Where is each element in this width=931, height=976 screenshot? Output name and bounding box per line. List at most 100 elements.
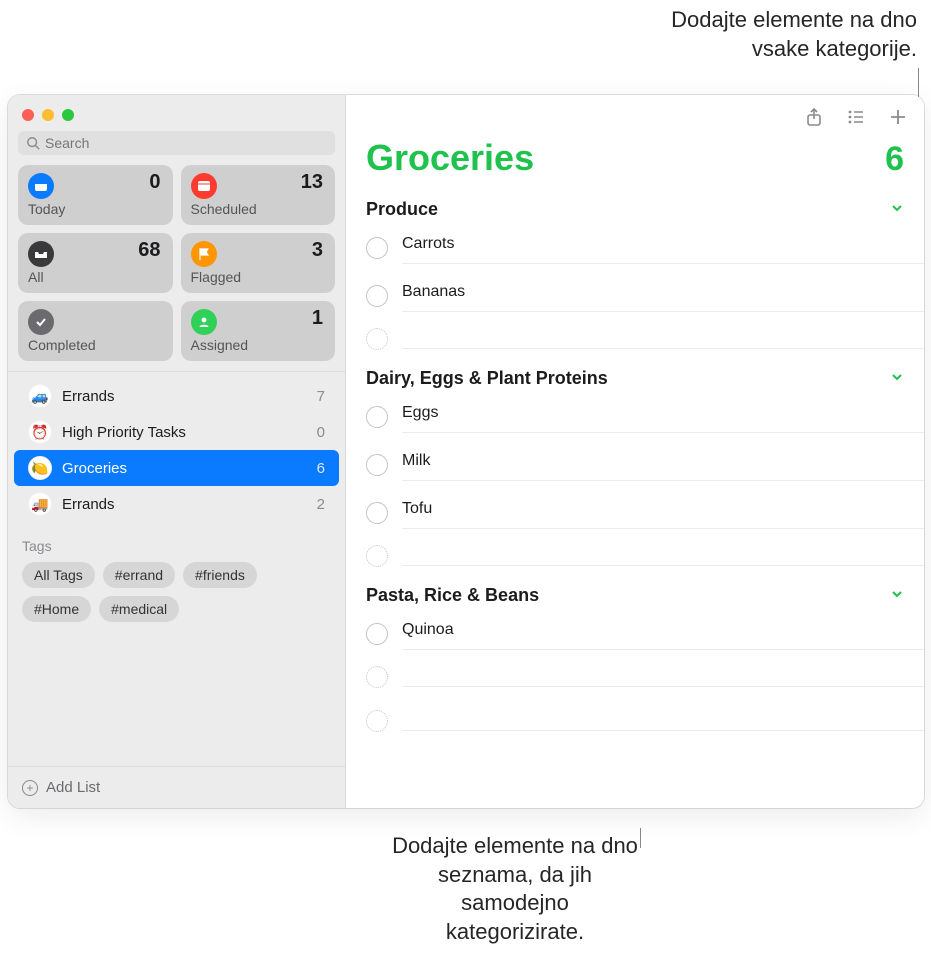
checkmark-icon [28,309,54,335]
smart-assigned-count: 1 [312,307,323,330]
close-window-button[interactable] [22,109,34,121]
reminder-title[interactable]: Carrots [402,232,924,264]
share-button[interactable] [804,107,824,127]
list-title: Groceries [366,137,534,179]
completion-toggle[interactable] [366,623,388,645]
section-title: Produce [366,199,438,220]
tag-all[interactable]: All Tags [22,562,95,588]
new-item-input[interactable] [402,546,924,566]
plus-circle-icon: + [22,780,38,796]
my-lists: 🚙 Errands 7 ⏰ High Priority Tasks 0 🍋 Gr… [8,371,345,528]
list-label: Errands [62,388,115,405]
reminder-item[interactable]: Quinoa [346,610,924,658]
new-item-input[interactable] [402,711,924,731]
reminder-item[interactable]: Tofu [346,489,924,537]
tags-heading: Tags [22,538,331,554]
smart-scheduled-label: Scheduled [191,201,326,217]
reminder-title[interactable]: Bananas [402,280,924,312]
person-icon [191,309,217,335]
reminder-title[interactable]: Milk [402,449,924,481]
smart-assigned[interactable]: 1 Assigned [181,301,336,361]
completion-toggle[interactable] [366,502,388,524]
smart-flagged-count: 3 [312,239,323,262]
reminder-title[interactable]: Eggs [402,401,924,433]
view-options-button[interactable] [846,107,866,127]
list-count: 2 [317,496,325,513]
smart-completed-label: Completed [28,337,163,353]
reminders-window: 0 Today 13 Scheduled 68 All [8,95,924,808]
callout-line [640,828,641,848]
smart-completed[interactable]: Completed [18,301,173,361]
sidebar-list-high-priority[interactable]: ⏰ High Priority Tasks 0 [14,414,339,450]
search-icon [26,136,40,150]
section-dairy[interactable]: Dairy, Eggs & Plant Proteins [346,358,924,393]
tag-friends[interactable]: #friends [183,562,257,588]
sidebar: 0 Today 13 Scheduled 68 All [8,95,346,808]
new-item-placeholder[interactable] [346,537,924,575]
calendar-icon [191,173,217,199]
plus-icon [888,107,908,127]
completion-toggle[interactable] [366,237,388,259]
section-title: Pasta, Rice & Beans [366,585,539,606]
smart-all[interactable]: 68 All [18,233,173,293]
completion-toggle[interactable] [366,285,388,307]
new-item-input[interactable] [402,667,924,687]
completion-toggle[interactable] [366,454,388,476]
section-produce[interactable]: Produce [346,189,924,224]
smart-flagged[interactable]: 3 Flagged [181,233,336,293]
sidebar-list-errands[interactable]: 🚙 Errands 7 [14,378,339,414]
reminder-item[interactable]: Carrots [346,224,924,272]
callout-top: Dodajte elemente na dno vsake kategorije… [637,6,917,63]
toolbar [346,95,924,131]
add-list-button[interactable]: + Add List [8,766,345,808]
section-title: Dairy, Eggs & Plant Proteins [366,368,608,389]
calendar-today-icon [28,173,54,199]
list-count: 6 [317,460,325,477]
tag-medical[interactable]: #medical [99,596,179,622]
sidebar-list-groceries[interactable]: 🍋 Groceries 6 [14,450,339,486]
new-reminder-button[interactable] [888,107,908,127]
list-icon: 🚙 [28,384,52,408]
minimize-window-button[interactable] [42,109,54,121]
callout-bottom: Dodajte elemente na dno seznama, da jih … [390,832,640,946]
list-label: Groceries [62,460,127,477]
section-pasta[interactable]: Pasta, Rice & Beans [346,575,924,610]
reminder-item[interactable]: Milk [346,441,924,489]
smart-all-label: All [28,269,163,285]
list-header: Groceries 6 [346,131,924,189]
list-icon: ⏰ [28,420,52,444]
tag-home[interactable]: #Home [22,596,91,622]
list-label: High Priority Tasks [62,424,186,441]
smart-flagged-label: Flagged [191,269,326,285]
completion-toggle[interactable] [366,406,388,428]
new-uncategorized-item[interactable] [346,696,924,740]
new-item-placeholder[interactable] [346,320,924,358]
smart-today-count: 0 [149,171,160,194]
fullscreen-window-button[interactable] [62,109,74,121]
list-label: Errands [62,496,115,513]
new-item-input[interactable] [402,329,924,349]
new-item-placeholder[interactable] [346,658,924,696]
new-item-circle-icon [366,710,388,732]
reminder-item[interactable]: Eggs [346,393,924,441]
new-item-circle-icon [366,545,388,567]
tags-section: Tags All Tags #errand #friends #Home #me… [8,528,345,632]
new-item-circle-icon [366,328,388,350]
reminder-item[interactable]: Bananas [346,272,924,320]
reminder-title[interactable]: Quinoa [402,618,924,650]
search-input[interactable] [45,135,327,151]
smart-scheduled[interactable]: 13 Scheduled [181,165,336,225]
tag-errand[interactable]: #errand [103,562,175,588]
add-list-label: Add List [46,779,100,796]
reminder-title[interactable]: Tofu [402,497,924,529]
smart-assigned-label: Assigned [191,337,326,353]
window-controls [8,95,345,131]
smart-today[interactable]: 0 Today [18,165,173,225]
sidebar-list-errands-2[interactable]: 🚚 Errands 2 [14,486,339,522]
search-field[interactable] [18,131,335,155]
share-icon [804,107,824,127]
smart-all-count: 68 [138,239,160,262]
list-options-icon [846,107,866,127]
list-icon: 🚚 [28,492,52,516]
new-item-circle-icon [366,666,388,688]
